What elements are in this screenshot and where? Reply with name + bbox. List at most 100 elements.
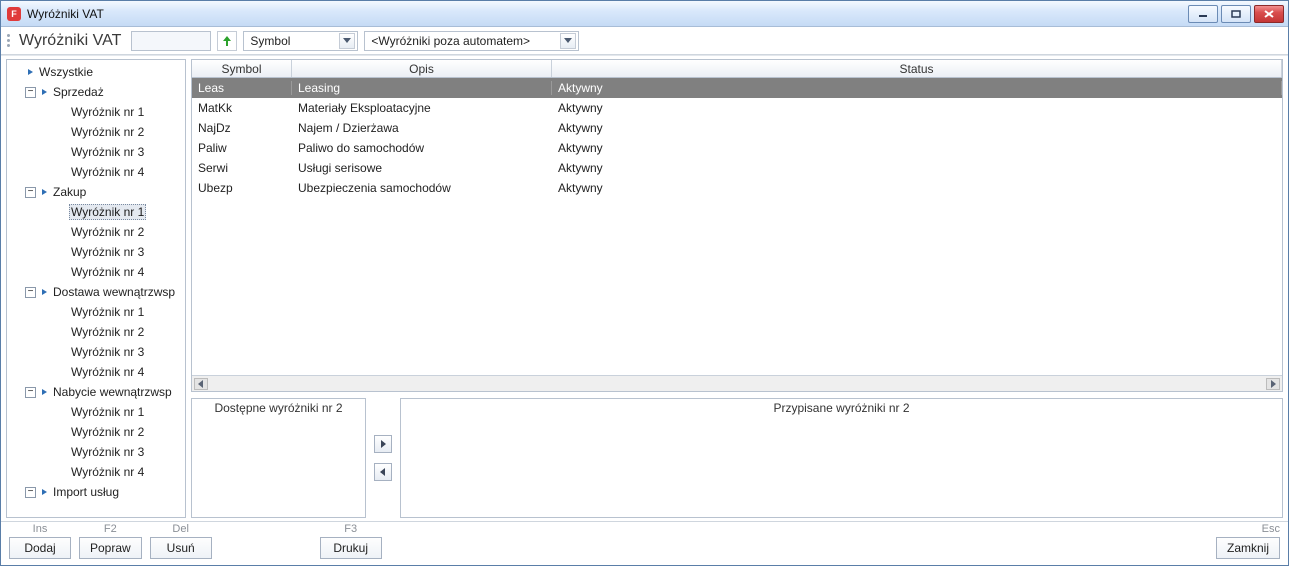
tree-row[interactable]: − Import usług [7,482,185,502]
titlebar: F Wyróżniki VAT [1,1,1288,27]
tree-label: Wyróżnik nr 2 [69,224,146,240]
cell-status: Aktywny [552,181,1282,195]
tree-label: Wyróżnik nr 4 [69,264,146,280]
tree-label: Import usług [51,484,121,500]
tree-label: Wyróżnik nr 3 [69,444,146,460]
filter-dropdown[interactable]: <Wyróżniki poza automatem> [364,31,579,51]
col-header-symbol[interactable]: Symbol [192,60,292,77]
cell-status: Aktywny [552,141,1282,155]
table-row[interactable]: LeasLeasingAktywny [192,78,1282,98]
add-button[interactable]: Dodaj [9,537,71,559]
tree-label: Wyróżnik nr 4 [69,164,146,180]
print-button[interactable]: Drukuj [320,537,382,559]
minimize-icon [1198,10,1208,18]
tree-row[interactable]: Wyróżnik nr 4 [7,262,185,282]
shortcut-esc: Esc [1262,523,1280,537]
chevron-down-icon [560,33,576,49]
close-window-button[interactable] [1254,5,1284,23]
tree[interactable]: Wszystkie−SprzedażWyróżnik nr 1Wyróżnik … [7,60,185,517]
data-grid[interactable]: Symbol Opis Status LeasLeasingAktywnyMat… [191,59,1283,392]
assign-right-button[interactable] [374,435,392,453]
tree-row[interactable]: Wyróżnik nr 3 [7,342,185,362]
scroll-right-button[interactable] [1266,378,1280,390]
tree-row[interactable]: Wyróżnik nr 2 [7,422,185,442]
assigned-panel-title: Przypisane wyróżniki nr 2 [401,399,1282,415]
chevron-right-icon [380,440,386,448]
tree-row[interactable]: Wyróżnik nr 4 [7,362,185,382]
grid-h-scrollbar[interactable] [192,375,1282,391]
sort-field-value: Symbol [250,34,337,48]
tree-panel: Wszystkie−SprzedażWyróżnik nr 1Wyróżnik … [6,59,186,518]
triangle-icon [42,489,47,495]
collapse-icon[interactable]: − [25,87,36,98]
table-row[interactable]: PaliwPaliwo do samochodówAktywny [192,138,1282,158]
maximize-icon [1231,10,1241,18]
assigned-panel[interactable]: Przypisane wyróżniki nr 2 [400,398,1283,518]
sort-direction-button[interactable] [217,31,237,51]
scroll-left-button[interactable] [194,378,208,390]
tree-row[interactable]: Wyróżnik nr 3 [7,142,185,162]
tree-row[interactable]: Wszystkie [7,62,185,82]
col-header-opis[interactable]: Opis [292,60,552,77]
tree-label: Wyróżnik nr 2 [69,324,146,340]
tree-row[interactable]: Wyróżnik nr 3 [7,442,185,462]
tree-row[interactable]: Wyróżnik nr 3 [7,242,185,262]
cell-symbol: Ubezp [192,181,292,195]
app-window: F Wyróżniki VAT Wyróżniki VAT Symbol [0,0,1289,566]
cell-opis: Usługi serisowe [292,161,552,175]
arrow-up-icon [222,35,232,47]
tree-label: Nabycie wewnątrzwsp [51,384,174,400]
tree-row[interactable]: − Nabycie wewnątrzwsp [7,382,185,402]
table-row[interactable]: UbezpUbezpieczenia samochodówAktywny [192,178,1282,198]
cell-opis: Materiały Eksploatacyjne [292,101,552,115]
tree-label: Wyróżnik nr 1 [69,104,146,120]
assign-left-button[interactable] [374,463,392,481]
delete-button[interactable]: Usuń [150,537,212,559]
col-header-status[interactable]: Status [552,60,1282,77]
tree-row[interactable]: Wyróżnik nr 2 [7,122,185,142]
cell-symbol: Paliw [192,141,292,155]
shortcut-f2: F2 [104,523,117,537]
available-panel[interactable]: Dostępne wyróżniki nr 2 [191,398,366,518]
table-row[interactable]: MatKkMateriały EksploatacyjneAktywny [192,98,1282,118]
tree-row[interactable]: −Dostawa wewnątrzwsp [7,282,185,302]
close-button[interactable]: Zamknij [1216,537,1280,559]
tree-row[interactable]: Wyróżnik nr 4 [7,462,185,482]
edit-button[interactable]: Popraw [79,537,142,559]
chevron-left-icon [380,468,386,476]
table-row[interactable]: SerwiUsługi serisoweAktywny [192,158,1282,178]
cell-status: Aktywny [552,161,1282,175]
cell-opis: Leasing [292,81,552,95]
collapse-icon[interactable]: − [25,287,36,298]
collapse-icon[interactable]: − [25,187,36,198]
tree-label: Wyróżnik nr 3 [69,144,146,160]
tree-row[interactable]: Wyróżnik nr 2 [7,222,185,242]
maximize-button[interactable] [1221,5,1251,23]
tree-label: Wyróżnik nr 1 [69,204,146,220]
minimize-button[interactable] [1188,5,1218,23]
grid-header: Symbol Opis Status [192,60,1282,78]
triangle-icon [28,69,33,75]
tree-row[interactable]: Wyróżnik nr 1 [7,202,185,222]
collapse-icon[interactable]: − [25,487,36,498]
tree-row[interactable]: −Sprzedaż [7,82,185,102]
tree-row[interactable]: Wyróżnik nr 1 [7,402,185,422]
sort-field-dropdown[interactable]: Symbol [243,31,358,51]
page-heading: Wyróżniki VAT [19,32,121,50]
table-row[interactable]: NajDzNajem / DzierżawaAktywny [192,118,1282,138]
toolbar-search-input[interactable] [131,31,211,51]
toolbar-grip[interactable] [7,31,13,51]
tree-row[interactable]: Wyróżnik nr 2 [7,322,185,342]
tree-row[interactable]: Wyróżnik nr 1 [7,302,185,322]
chevron-down-icon [339,33,355,49]
tree-row[interactable]: Wyróżnik nr 1 [7,102,185,122]
cell-opis: Paliwo do samochodów [292,141,552,155]
collapse-icon[interactable]: − [25,387,36,398]
cell-status: Aktywny [552,121,1282,135]
tree-label: Wyróżnik nr 4 [69,364,146,380]
tree-row[interactable]: Wyróżnik nr 4 [7,162,185,182]
tree-row[interactable]: −Zakup [7,182,185,202]
shortcut-ins: Ins [33,523,48,537]
triangle-icon [42,89,47,95]
tree-label: Wyróżnik nr 3 [69,244,146,260]
